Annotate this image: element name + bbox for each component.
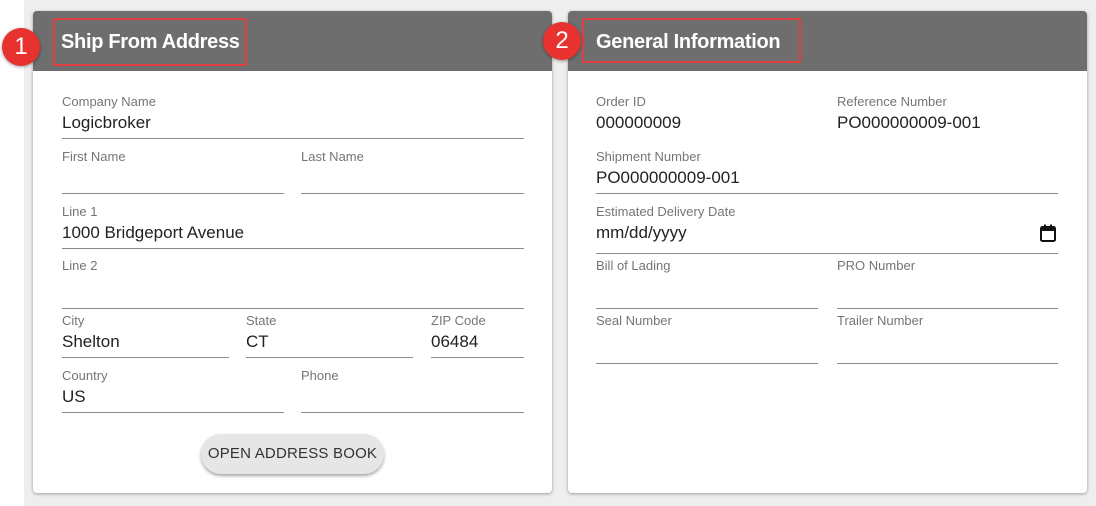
callout-marker-2: 2 <box>543 22 581 60</box>
zip-value[interactable]: 06484 <box>431 332 478 352</box>
trailer-number-field[interactable]: Trailer Number <box>837 313 1058 364</box>
general-info-header: General Information <box>568 11 1087 71</box>
general-information-card: General Information Order ID 000000009 R… <box>568 11 1087 493</box>
city-field[interactable]: City Shelton <box>62 313 229 358</box>
line2-label: Line 2 <box>62 258 98 273</box>
shipment-number-value[interactable]: PO000000009-001 <box>596 168 740 188</box>
phone-field[interactable]: Phone <box>301 368 524 413</box>
company-name-value[interactable]: Logicbroker <box>62 113 151 133</box>
first-name-label: First Name <box>62 149 126 164</box>
trailer-number-label: Trailer Number <box>837 313 924 328</box>
city-value[interactable]: Shelton <box>62 332 120 352</box>
order-id-label: Order ID <box>596 94 646 109</box>
city-label: City <box>62 313 85 328</box>
pro-number-field[interactable]: PRO Number <box>837 258 1058 309</box>
reference-number-value: PO000000009-001 <box>837 113 981 132</box>
company-name-field[interactable]: Company Name Logicbroker <box>62 94 524 139</box>
line1-label: Line 1 <box>62 204 98 219</box>
phone-label: Phone <box>301 368 339 383</box>
country-field[interactable]: Country US <box>62 368 284 413</box>
callout-marker-1: 1 <box>2 28 40 66</box>
bill-of-lading-label: Bill of Lading <box>596 258 671 273</box>
line1-value[interactable]: 1000 Bridgeport Avenue <box>62 223 244 243</box>
ship-from-address-card: Ship From Address Company Name Logicbrok… <box>33 11 552 493</box>
reference-number-field: Reference Number PO000000009-001 <box>837 94 1058 138</box>
line2-field[interactable]: Line 2 <box>62 258 524 309</box>
zip-field[interactable]: ZIP Code 06484 <box>431 313 524 358</box>
open-address-book-button[interactable]: OPEN ADDRESS BOOK <box>201 434 384 474</box>
seal-number-label: Seal Number <box>596 313 672 328</box>
estimated-delivery-date-label: Estimated Delivery Date <box>596 204 736 219</box>
order-id-value: 000000009 <box>596 113 682 132</box>
state-field[interactable]: State CT <box>246 313 413 358</box>
state-value[interactable]: CT <box>246 332 269 352</box>
company-name-label: Company Name <box>62 94 156 109</box>
pro-number-label: PRO Number <box>837 258 916 273</box>
first-name-field[interactable]: First Name <box>62 149 284 194</box>
ship-from-header: Ship From Address <box>33 11 552 71</box>
shipment-number-label: Shipment Number <box>596 149 701 164</box>
state-label: State <box>246 313 277 328</box>
estimated-delivery-date-field[interactable]: Estimated Delivery Date mm/dd/yyyy <box>596 204 1058 254</box>
country-label: Country <box>62 368 108 383</box>
order-id-field: Order ID 000000009 <box>596 94 818 138</box>
last-name-label: Last Name <box>301 149 364 164</box>
reference-number-label: Reference Number <box>837 94 947 109</box>
calendar-icon[interactable] <box>1040 224 1056 242</box>
zip-label: ZIP Code <box>431 313 486 328</box>
line1-field[interactable]: Line 1 1000 Bridgeport Avenue <box>62 204 524 249</box>
estimated-delivery-date-input[interactable]: mm/dd/yyyy <box>596 223 687 243</box>
shipment-number-field[interactable]: Shipment Number PO000000009-001 <box>596 149 1058 194</box>
last-name-field[interactable]: Last Name <box>301 149 524 194</box>
general-info-title-highlight <box>582 18 801 63</box>
bill-of-lading-field[interactable]: Bill of Lading <box>596 258 818 309</box>
seal-number-field[interactable]: Seal Number <box>596 313 818 364</box>
country-value[interactable]: US <box>62 387 86 407</box>
ship-from-title-highlight <box>53 18 247 66</box>
